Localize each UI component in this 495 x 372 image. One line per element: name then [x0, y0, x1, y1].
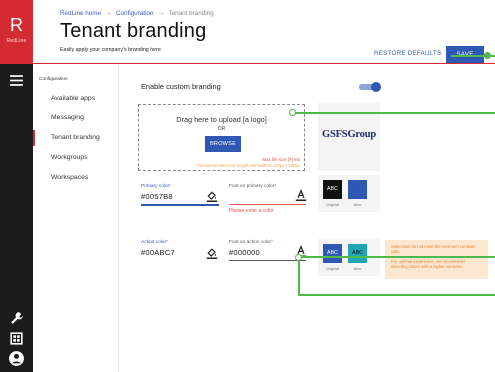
- page-header: RedLine home → Configuration → Tenant br…: [33, 0, 495, 64]
- warning-line-2: For optimal experience, we recommend sel…: [391, 258, 465, 270]
- grid-icon[interactable]: [8, 330, 25, 347]
- font-color-icon[interactable]: [295, 189, 307, 201]
- annotation-line: [293, 112, 495, 114]
- annotation-line: [298, 256, 495, 258]
- action-original-swatch: ABC: [323, 244, 342, 263]
- logo-dropzone[interactable]: Drag here to upload [a logo] OR BROWSE M…: [138, 104, 305, 171]
- paint-bucket-icon[interactable]: [206, 247, 218, 259]
- enable-branding-label: Enable custom branding: [141, 82, 221, 91]
- font-action-color-label: Font on action color*: [229, 240, 274, 245]
- brand-logo[interactable]: R RedLine: [0, 0, 33, 64]
- enable-branding-toggle[interactable]: [359, 82, 381, 92]
- action-color-input[interactable]: #00ABC7: [141, 248, 175, 257]
- breadcrumb: RedLine home → Configuration → Tenant br…: [60, 10, 214, 17]
- action-color-label: Action color*: [141, 240, 168, 245]
- recommended-size-text: Recommended max height and width is 100p…: [198, 163, 300, 168]
- toggle-knob: [371, 82, 381, 92]
- annotation-marker: [289, 109, 296, 116]
- browse-button[interactable]: BROWSE: [205, 136, 241, 152]
- nav-item-workspaces[interactable]: Workspaces: [33, 170, 119, 186]
- account-icon[interactable]: [8, 350, 25, 367]
- dropzone-prompt: Drag here to upload [a logo]: [176, 115, 267, 124]
- breadcrumb-current: Tenant branding: [168, 10, 214, 17]
- font-action-color-underline: [229, 260, 306, 261]
- breadcrumb-separator: →: [104, 10, 112, 17]
- company-logo-image: GSFSGroup: [321, 129, 377, 140]
- wrench-icon[interactable]: [8, 310, 25, 327]
- nav-item-messaging[interactable]: Messaging: [33, 110, 119, 126]
- menu-icon[interactable]: [8, 72, 25, 89]
- action-new-swatch: ABC: [348, 244, 367, 263]
- nav-item-tenant-branding[interactable]: Tenant branding: [33, 130, 119, 146]
- paint-bucket-icon[interactable]: [206, 190, 218, 202]
- primary-color-input[interactable]: #0057B8: [141, 192, 173, 201]
- primary-new-swatch: [348, 180, 367, 199]
- nav-item-workgroups[interactable]: Workgroups: [33, 150, 119, 166]
- font-primary-color-underline: [229, 204, 306, 205]
- primary-swatch-panel: ABC Original New: [318, 175, 380, 212]
- warning-line-1: Selections do not meet the minimum contr…: [391, 244, 475, 255]
- annotation-marker: [484, 52, 491, 59]
- font-primary-color-label: Font on primary color*: [229, 184, 277, 189]
- nav-item-available-apps[interactable]: Available apps: [33, 91, 119, 107]
- breadcrumb-home-link[interactable]: RedLine home: [60, 10, 101, 17]
- font-action-color-input[interactable]: #000000: [229, 248, 260, 257]
- breadcrumb-configuration-link[interactable]: Configuration: [116, 10, 153, 17]
- action-swatch-panel: ABC ABC Original New: [318, 239, 380, 276]
- brand-name: RedLine: [6, 38, 27, 44]
- font-primary-error: Please enter a color: [229, 208, 274, 214]
- annotation-line: [298, 261, 300, 295]
- primary-original-label: Original: [325, 202, 340, 207]
- primary-new-label: New: [353, 202, 362, 207]
- primary-color-label: Primary color*: [141, 184, 172, 189]
- action-new-label: New: [353, 266, 362, 271]
- sub-navigation: Configuration Available apps Messaging T…: [33, 64, 119, 372]
- page-title: Tenant branding: [60, 20, 207, 42]
- max-file-size-text: Max file size [#] mb: [262, 157, 300, 162]
- page-subtitle: Easily apply your company's branding her…: [60, 47, 161, 53]
- contrast-warning: Selections do not meet the minimum contr…: [385, 240, 488, 279]
- annotation-marker: [295, 254, 302, 261]
- app-rail: [0, 64, 33, 372]
- dropzone-or: OR: [217, 126, 226, 132]
- subnav-heading: Configuration: [39, 77, 68, 82]
- action-original-label: Original: [325, 266, 340, 271]
- primary-color-underline: [141, 204, 219, 206]
- primary-original-swatch: ABC: [323, 180, 342, 199]
- annotation-line: [298, 294, 495, 296]
- brand-letter: R: [10, 15, 23, 35]
- breadcrumb-separator: →: [157, 10, 165, 17]
- restore-defaults-button[interactable]: RESTORE DEFAULTS: [374, 50, 441, 57]
